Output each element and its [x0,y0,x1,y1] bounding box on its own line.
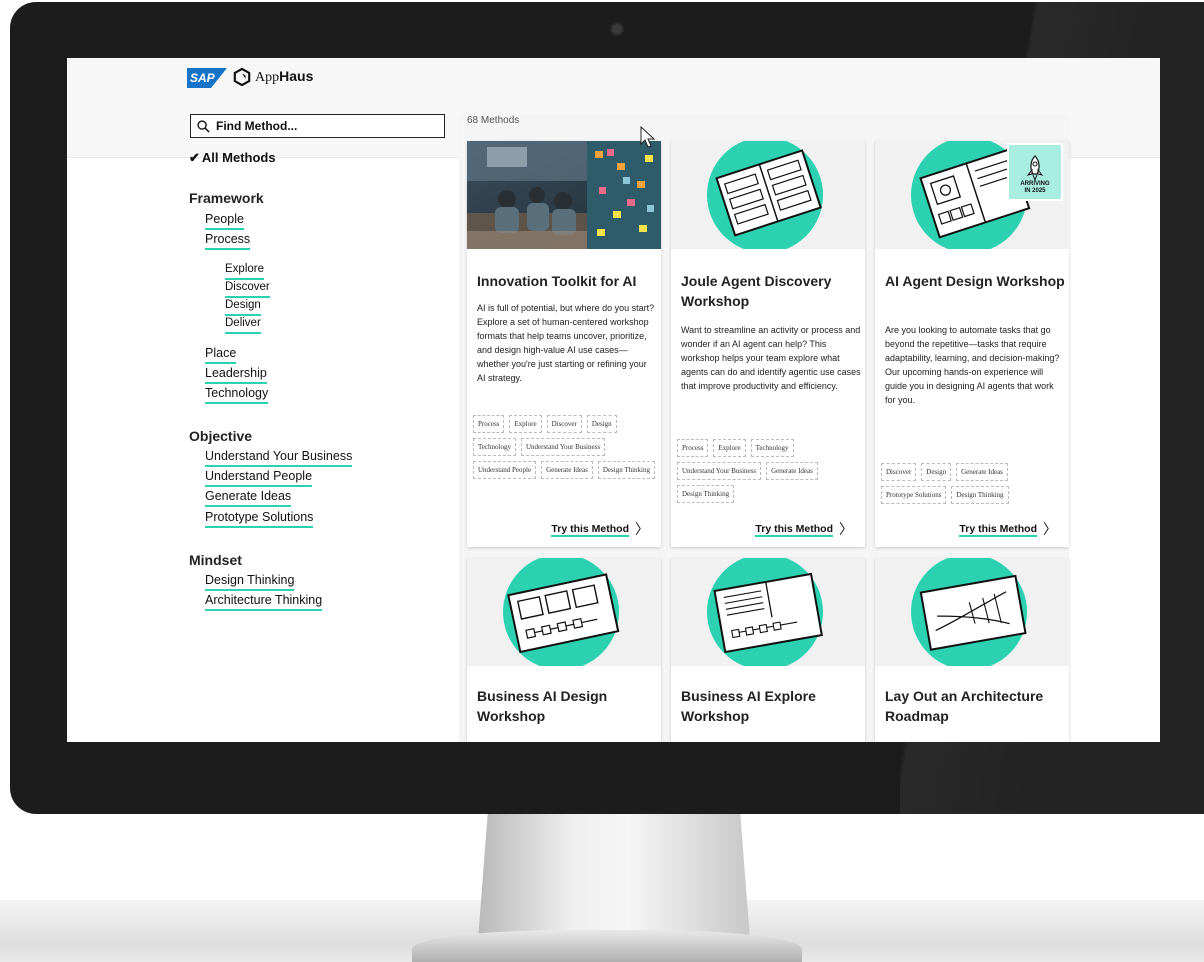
try-method-link[interactable]: Try this Method 〉 [551,523,649,537]
mouse-cursor-icon [640,126,656,148]
tag[interactable]: Technology [473,438,516,456]
card-description: AI is full of potential, but where do yo… [477,303,655,383]
tag[interactable]: Design Thinking [951,486,1009,504]
card-illustration: ARRIVING IN 2025 [875,141,1069,249]
filter-discover[interactable]: Discover [225,280,270,298]
search-input[interactable] [216,119,426,133]
monitor-stand-base [412,930,802,962]
try-method-label: Try this Method [959,523,1037,537]
try-method-label: Try this Method [551,523,629,537]
group-objective: Objective [189,428,253,444]
card-description: Are you looking to automate tasks that g… [885,325,1060,405]
try-method-label: Try this Method [755,523,833,537]
tag[interactable]: Process [473,415,505,433]
try-method-link[interactable]: Try this Method 〉 [755,523,853,537]
filter-generate-ideas[interactable]: Generate Ideas [205,489,292,507]
card-title[interactable]: Innovation Toolkit for AI [477,271,657,291]
group-mindset: Mindset [189,552,242,568]
card-title[interactable]: AI Agent Design Workshop [885,271,1065,291]
methods-count: 68 Methods [467,115,520,126]
tag[interactable]: Generate Ideas [541,461,593,479]
card-title[interactable]: Joule Agent Discovery Workshop [681,271,861,311]
storyboard-icon [503,558,620,666]
card-title[interactable]: Business AI Design Workshop [477,686,657,726]
search-icon [197,119,210,133]
webcam-icon [610,22,624,36]
rocket-icon [1026,155,1044,181]
apphaus-logo-text: App [255,70,280,85]
monitor-stand [478,798,750,940]
arriving-line1: ARRIVING [1020,181,1050,187]
filter-people[interactable]: People [205,212,244,230]
method-card[interactable]: ARRIVING IN 2025 AI Agent Design Worksho… [875,141,1069,547]
card-illustration [671,141,865,249]
apphaus-logo[interactable]: AppHaus [233,68,313,86]
roadmap-icon [911,558,1027,666]
tag[interactable]: Design [921,463,952,481]
card-illustration [671,558,865,666]
arriving-badge: ARRIVING IN 2025 [1007,143,1063,201]
filter-prototype-solutions[interactable]: Prototype Solutions [205,510,314,528]
filter-explore[interactable]: Explore [225,262,264,280]
tag[interactable]: Understand Your Business [677,462,762,480]
chevron-right-icon: 〉 [839,522,853,538]
search-field[interactable] [190,114,445,138]
card-illustration [467,558,661,666]
chevron-right-icon: 〉 [1043,522,1057,538]
journey-map-icon [707,141,823,249]
try-method-link[interactable]: Try this Method 〉 [959,523,1057,537]
method-card[interactable]: Business AI Design Workshop [467,558,661,742]
tag[interactable]: Technology [750,439,794,457]
tag[interactable]: Design Thinking [597,461,655,479]
filter-technology[interactable]: Technology [205,386,269,404]
explore-board-icon [707,558,823,666]
arriving-line2: IN 2025 [1024,188,1046,194]
apphaus-hex-icon [233,68,251,86]
tag[interactable]: Design Thinking [677,485,735,503]
card-title[interactable]: Lay Out an Architecture Roadmap [885,686,1065,726]
tag[interactable]: Explore [509,415,542,433]
card-tags: Process Explore Discover Design Technolo… [473,415,659,479]
monitor-scene: SAP AppHaus ✔All Methods Framework Peopl… [0,0,1204,962]
filter-architecture-thinking[interactable]: Architecture Thinking [205,593,323,611]
tag[interactable]: Discover [881,463,917,481]
tag[interactable]: Design [586,415,617,433]
workshop-photo-icon [467,141,661,249]
filter-design-thinking[interactable]: Design Thinking [205,573,295,591]
method-card[interactable]: Lay Out an Architecture Roadmap [875,558,1069,742]
tag[interactable]: Explore [713,439,746,457]
card-illustration [875,558,1069,666]
card-title[interactable]: Business AI Explore Workshop [681,686,861,726]
chevron-right-icon: 〉 [635,522,649,538]
screen: SAP AppHaus ✔All Methods Framework Peopl… [67,58,1160,742]
card-tags: Process Explore Technology Understand Yo… [677,439,863,503]
card-photo [467,141,661,249]
apphaus-logo-bold: Haus [279,68,314,84]
filter-process[interactable]: Process [205,232,251,250]
tag[interactable]: Generate Ideas [766,462,818,480]
tag[interactable]: Process [677,439,709,457]
method-card[interactable]: Joule Agent Discovery Workshop Want to s… [671,141,865,547]
tag[interactable]: Understand Your Business [520,438,606,456]
filter-place[interactable]: Place [205,346,237,364]
method-card[interactable]: Innovation Toolkit for AI AI is full of … [467,141,661,547]
tag[interactable]: Prototype Solutions [881,486,947,504]
group-framework: Framework [189,190,264,206]
card-description: Want to streamline an activity or proces… [681,325,861,391]
filter-all-methods[interactable]: ✔ All Methods [189,150,276,166]
tag[interactable]: Generate Ideas [956,463,1008,481]
tag[interactable]: Understand People [473,461,537,479]
filter-understand-business[interactable]: Understand Your Business [205,449,353,467]
filter-deliver[interactable]: Deliver [225,316,261,334]
checkmark-icon: ✔ [189,150,200,165]
method-card[interactable]: Business AI Explore Workshop [671,558,865,742]
filter-understand-people[interactable]: Understand People [205,469,313,487]
filter-all-label: All Methods [201,150,276,165]
filter-design[interactable]: Design [225,298,261,316]
tag[interactable]: Discover [546,415,582,433]
card-tags: Discover Design Generate Ideas Prototype… [881,463,1067,504]
filter-leadership[interactable]: Leadership [205,366,267,384]
